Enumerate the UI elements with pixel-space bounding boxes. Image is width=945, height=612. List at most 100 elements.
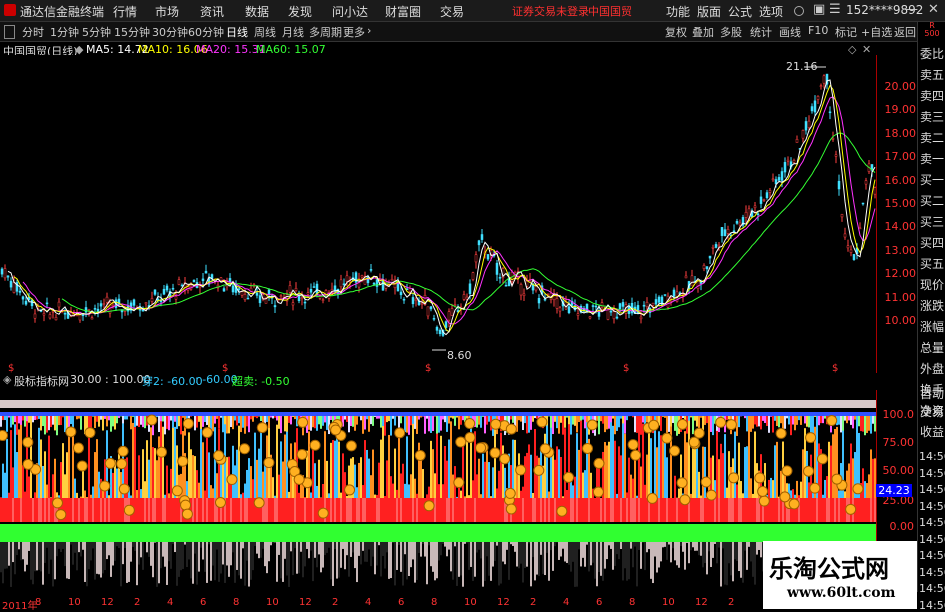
indicator-bar (688, 542, 690, 563)
candle-body (556, 298, 558, 308)
signal-icon (415, 450, 425, 460)
btn-back[interactable]: 返回 (894, 24, 916, 40)
menu-gongneng[interactable]: 功能 (666, 3, 690, 20)
indicator-bar (346, 524, 348, 542)
indicator-bar (522, 416, 524, 430)
indicator-bar (14, 498, 16, 522)
menu-banmian[interactable]: 版面 (697, 3, 721, 20)
btn-biaoji[interactable]: 标记 (835, 24, 857, 40)
side-item[interactable]: 总量 (920, 338, 944, 358)
side-item[interactable]: 卖二 (920, 128, 944, 148)
indicator-bar (302, 542, 304, 577)
indicator-bar (594, 524, 596, 542)
indicator-name[interactable]: 股标指标网 (14, 373, 69, 389)
menu-shuju[interactable]: 数据 (245, 3, 269, 20)
indicator-bar (584, 524, 586, 542)
btn-fuquan[interactable]: 复权 (665, 24, 687, 40)
period-1min[interactable]: 1分钟 (50, 24, 79, 40)
indicator-bar (272, 524, 274, 542)
indicator-bar (174, 498, 176, 522)
indicator-bar (544, 542, 546, 575)
side-item[interactable]: 买一 (920, 170, 944, 190)
indicator-bar (368, 542, 370, 549)
side-item[interactable]: 外盘 (920, 359, 944, 379)
close-icon[interactable]: ✕ (928, 2, 939, 17)
side-item[interactable]: 买三 (920, 212, 944, 232)
indicator-bar (252, 416, 254, 422)
side-item[interactable]: 买二 (920, 191, 944, 211)
menu-zixun[interactable]: 资讯 (200, 3, 224, 20)
indicator-bar (802, 498, 804, 522)
message-icon[interactable] (794, 6, 804, 16)
period-fenshi[interactable]: 分时 (22, 24, 44, 40)
side-item[interactable]: 卖三 (920, 107, 944, 127)
menu-caifuquan[interactable]: 财富圈 (385, 3, 421, 20)
indicator-bar (712, 416, 714, 435)
btn-f10[interactable]: F10 (808, 24, 828, 37)
login-warning[interactable]: 证券交易未登录 (512, 3, 589, 19)
period-more[interactable]: 更多 (343, 24, 365, 40)
menu-jiaoyi[interactable]: 交易 (440, 3, 464, 20)
side-sub-item[interactable]: 交易 (920, 402, 944, 422)
indicator-chart[interactable] (0, 390, 876, 597)
indicator-bar (62, 524, 64, 542)
period-30min[interactable]: 30分钟 (152, 24, 188, 40)
menu-shichang[interactable]: 市场 (155, 3, 179, 20)
btn-huaxian[interactable]: 画线 (779, 24, 801, 40)
time-tick: 14:56 (919, 450, 945, 463)
indicator-bar (770, 498, 772, 522)
side-item[interactable]: 涨跌 (920, 296, 944, 316)
candle-body (727, 229, 729, 233)
indicator-bar (296, 498, 298, 522)
side-item[interactable]: 卖四 (920, 86, 944, 106)
chevron-right-icon[interactable]: › (367, 24, 371, 37)
candle-body (589, 317, 591, 318)
menu-faxian[interactable]: 发现 (288, 3, 312, 20)
btn-add-watchlist[interactable]: +自选 (861, 24, 892, 40)
side-item[interactable]: 涨幅 (920, 317, 944, 337)
period-15min[interactable]: 15分钟 (114, 24, 150, 40)
btn-tongji[interactable]: 统计 (750, 24, 772, 40)
indicator-bar (86, 498, 88, 522)
panel-toggle-icon[interactable] (4, 25, 15, 39)
price-chart[interactable]: 21.16 8.60 $$$$$ (0, 55, 876, 373)
minimize-icon[interactable]: — (905, 2, 918, 17)
candle-body (841, 214, 843, 217)
period-weekly[interactable]: 周线 (254, 24, 276, 40)
side-item[interactable]: 买五 (920, 254, 944, 274)
menu-wenxiaoda[interactable]: 问小达 (332, 3, 368, 20)
menu-xuanxiang[interactable]: 选项 (759, 3, 783, 20)
indicator-menu-icon[interactable]: ◈ (3, 373, 11, 386)
side-item[interactable]: 买四 (920, 233, 944, 253)
indicator-bar (166, 498, 168, 522)
side-item[interactable]: 卖一 (920, 149, 944, 169)
btn-diejia[interactable]: 叠加 (692, 24, 714, 40)
indicator-bar (382, 498, 384, 522)
period-multi[interactable]: 多周期 (309, 24, 342, 40)
side-item[interactable]: 收益 (920, 422, 944, 442)
btn-duogu[interactable]: 多股 (720, 24, 742, 40)
indicator-bar (434, 416, 436, 417)
menu-gongshi[interactable]: 公式 (728, 3, 752, 20)
side-sub-item[interactable]: 自动 (920, 384, 944, 404)
candle-body (757, 214, 759, 215)
indicator-bar (394, 416, 396, 426)
settings-icon[interactable]: ☰ (829, 2, 841, 17)
period-5min[interactable]: 5分钟 (82, 24, 111, 40)
side-item[interactable]: 委比 (920, 44, 944, 64)
period-monthly[interactable]: 月线 (282, 24, 304, 40)
indicator-bar (10, 416, 12, 427)
indicator-bar (756, 542, 758, 555)
side-item[interactable]: 现价 (920, 275, 944, 295)
indicator-bar (832, 498, 834, 522)
skin-icon[interactable]: ▣ (813, 2, 825, 17)
indicator-bar (626, 416, 628, 420)
menu-hangqing[interactable]: 行情 (113, 3, 137, 20)
cursor-value: 24.23 (876, 484, 912, 497)
period-60min[interactable]: 60分钟 (188, 24, 224, 40)
side-item[interactable]: 卖五 (920, 65, 944, 85)
indicator-bar (50, 498, 52, 522)
indicator-bar (316, 416, 318, 431)
period-daily[interactable]: 日线 (226, 24, 248, 40)
indicator-bar (680, 542, 682, 546)
